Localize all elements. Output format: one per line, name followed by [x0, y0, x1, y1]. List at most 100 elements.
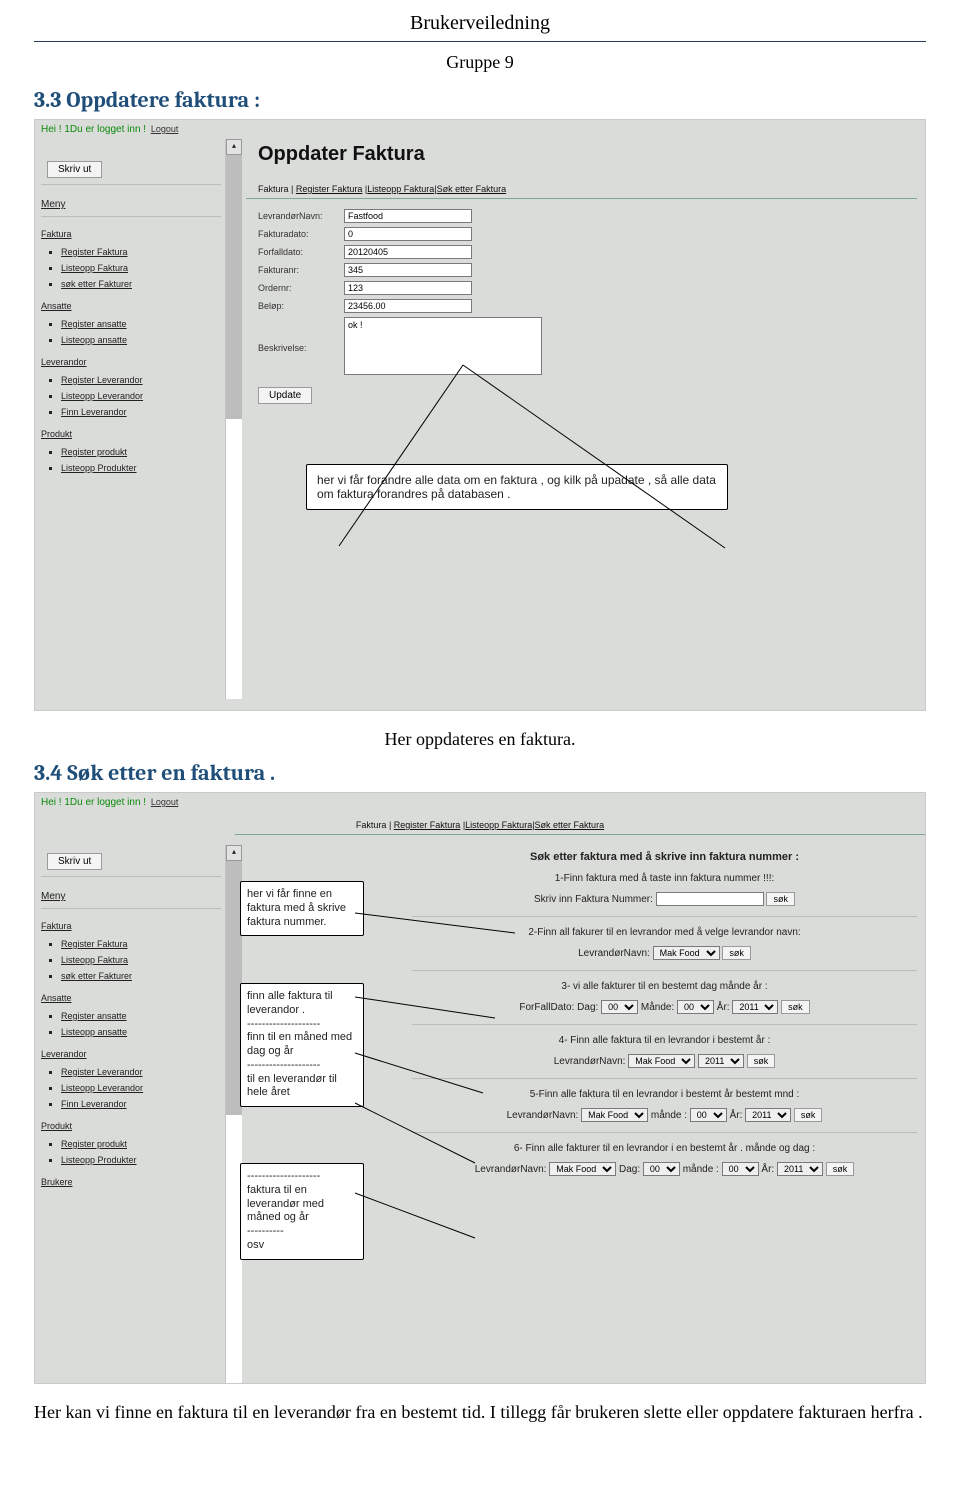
tab-listeopp[interactable]: Listeopp Faktura	[367, 184, 434, 194]
s1-label: Skriv inn Faktura Nummer:	[534, 894, 653, 905]
tab-sok[interactable]: Søk etter Faktura	[437, 184, 507, 194]
scrollbar[interactable]: ▴	[225, 139, 242, 699]
s5-title: 5-Finn alle faktura til en levrandor i b…	[412, 1089, 917, 1100]
tab-rule	[235, 834, 925, 835]
s3-mnd[interactable]: 00	[677, 1000, 714, 1014]
s6-lev[interactable]: Mak Food	[549, 1162, 616, 1176]
callout-text: faktura til en leverandør med måned og å…	[247, 1184, 357, 1225]
s4-ar[interactable]: 2011	[698, 1054, 744, 1068]
logout-link[interactable]: Logout	[151, 797, 179, 807]
menu-produkt[interactable]: Produkt	[41, 429, 221, 439]
tab-sok[interactable]: Søk etter Faktura	[535, 820, 605, 830]
tab-register[interactable]: Register Faktura	[394, 820, 461, 830]
callout-text: osv	[247, 1239, 357, 1253]
menu-leverandor[interactable]: Leverandor	[41, 1049, 221, 1059]
s3-sok[interactable]: søk	[781, 1000, 810, 1014]
s4-label: LevrandørNavn:	[554, 1056, 626, 1067]
menu-leverandor-item[interactable]: Listeopp Leverandor	[61, 1083, 221, 1093]
menu-heading: Meny	[41, 199, 221, 210]
s6-dag-lbl: Dag:	[619, 1164, 640, 1175]
s2-select[interactable]: Mak Food	[653, 946, 720, 960]
s1-sok[interactable]: søk	[766, 892, 795, 906]
menu-faktura-item[interactable]: søk etter Fakturer	[61, 971, 221, 981]
tab-listeopp[interactable]: Listeopp Faktura	[465, 820, 532, 830]
nr-input[interactable]	[344, 263, 472, 277]
levnavn-input[interactable]	[344, 209, 472, 223]
belop-input[interactable]	[344, 299, 472, 313]
menu-leverandor-item[interactable]: Register Leverandor	[61, 1067, 221, 1077]
menu-faktura[interactable]: Faktura	[41, 229, 221, 239]
menu-faktura-item[interactable]: Listeopp Faktura	[61, 955, 221, 965]
menu-leverandor[interactable]: Leverandor	[41, 357, 221, 367]
section-1: 3.3 Oppdatere faktura :	[34, 87, 926, 113]
screenshot-2: Hei ! 1Du er logget inn ! Logout Faktura…	[34, 792, 926, 1384]
s6-title: 6- Finn alle fakturer til en levrandor i…	[412, 1143, 917, 1154]
main-area: Oppdater Faktura Faktura | Register Fakt…	[242, 139, 925, 699]
ordernr-input[interactable]	[344, 281, 472, 295]
menu-leverandor-item[interactable]: Finn Leverandor	[61, 407, 221, 417]
menu-faktura[interactable]: Faktura	[41, 921, 221, 931]
menu-leverandor-item[interactable]: Finn Leverandor	[61, 1099, 221, 1109]
menu-ansatte[interactable]: Ansatte	[41, 993, 221, 1003]
menu-produkt-item[interactable]: Register produkt	[61, 447, 221, 457]
s1-input[interactable]	[656, 892, 764, 906]
menu-ansatte[interactable]: Ansatte	[41, 301, 221, 311]
top-rule	[34, 41, 926, 42]
tab-bar: Faktura | Register Faktura |Listeopp Fak…	[258, 184, 917, 194]
s5-ar[interactable]: 2011	[745, 1108, 791, 1122]
ordernr-label: Ordernr:	[258, 283, 344, 293]
s4-lev[interactable]: Mak Food	[628, 1054, 695, 1068]
menu-ansatte-item[interactable]: Listeopp ansatte	[61, 335, 221, 345]
beskriv-input[interactable]: ok !	[344, 317, 542, 375]
dato-label: Fakturadato:	[258, 229, 344, 239]
s2-title: 2-Finn all fakurer til en levrandor med …	[412, 927, 917, 938]
menu-ansatte-item[interactable]: Register ansatte	[61, 1011, 221, 1021]
s3-dag-lbl: Dag:	[577, 1002, 598, 1013]
callout-box-3: -------------------- faktura til en leve…	[240, 1163, 364, 1260]
menu-ansatte-item[interactable]: Register ansatte	[61, 319, 221, 329]
s5-mnd[interactable]: 00	[690, 1108, 727, 1122]
menu-produkt[interactable]: Produkt	[41, 1121, 221, 1131]
menu-ansatte-item[interactable]: Listeopp ansatte	[61, 1027, 221, 1037]
s6-ar[interactable]: 2011	[777, 1162, 823, 1176]
s5-lev[interactable]: Mak Food	[581, 1108, 648, 1122]
caption-1: Her oppdateres en faktura.	[34, 729, 926, 750]
menu-produkt-item[interactable]: Listeopp Produkter	[61, 463, 221, 473]
menu-brukere[interactable]: Brukere	[41, 1177, 221, 1187]
s4-sok[interactable]: søk	[747, 1054, 776, 1068]
s5-ar-lbl: År:	[730, 1110, 743, 1121]
s3-ar[interactable]: 2011	[732, 1000, 778, 1014]
s6-dag[interactable]: 00	[643, 1162, 680, 1176]
s6-sok[interactable]: søk	[826, 1162, 855, 1176]
s5-sok[interactable]: søk	[794, 1108, 823, 1122]
logout-link[interactable]: Logout	[151, 124, 179, 134]
menu-leverandor-item[interactable]: Listeopp Leverandor	[61, 391, 221, 401]
print-button[interactable]: Skriv ut	[47, 161, 102, 178]
tab-bar: Faktura | Register Faktura |Listeopp Fak…	[356, 820, 604, 830]
menu-faktura-item[interactable]: Register Faktura	[61, 939, 221, 949]
tab-faktura[interactable]: Faktura	[356, 820, 387, 830]
tab-register[interactable]: Register Faktura	[296, 184, 363, 194]
forfall-input[interactable]	[344, 245, 472, 259]
menu-produkt-item[interactable]: Listeopp Produkter	[61, 1155, 221, 1165]
s3-ar-lbl: År:	[717, 1002, 730, 1013]
callout-box: her vi får forandre alle data om en fakt…	[306, 464, 728, 510]
menu-heading: Meny	[41, 891, 221, 902]
search-section-4: 4- Finn alle faktura til en levrandor i …	[412, 1035, 917, 1068]
s6-mnd[interactable]: 00	[722, 1162, 759, 1176]
callout-text: finn til en måned med dag og år	[247, 1031, 357, 1059]
update-button[interactable]: Update	[258, 387, 312, 404]
login-text: Hei ! 1Du er logget inn !	[41, 124, 146, 135]
dato-input[interactable]	[344, 227, 472, 241]
s2-sok[interactable]: søk	[722, 946, 751, 960]
menu-faktura-item[interactable]: Register Faktura	[61, 247, 221, 257]
search-section-6: 6- Finn alle fakturer til en levrandor i…	[412, 1143, 917, 1176]
menu-leverandor-item[interactable]: Register Leverandor	[61, 375, 221, 385]
print-button[interactable]: Skriv ut	[47, 853, 102, 870]
menu-produkt-item[interactable]: Register produkt	[61, 1139, 221, 1149]
menu-faktura-item[interactable]: Listeopp Faktura	[61, 263, 221, 273]
tab-faktura[interactable]: Faktura	[258, 184, 289, 194]
s3-dag[interactable]: 00	[601, 1000, 638, 1014]
sidebar: Skriv ut Meny Faktura Register Faktura L…	[35, 139, 225, 699]
menu-faktura-item[interactable]: søk etter Fakturer	[61, 279, 221, 289]
